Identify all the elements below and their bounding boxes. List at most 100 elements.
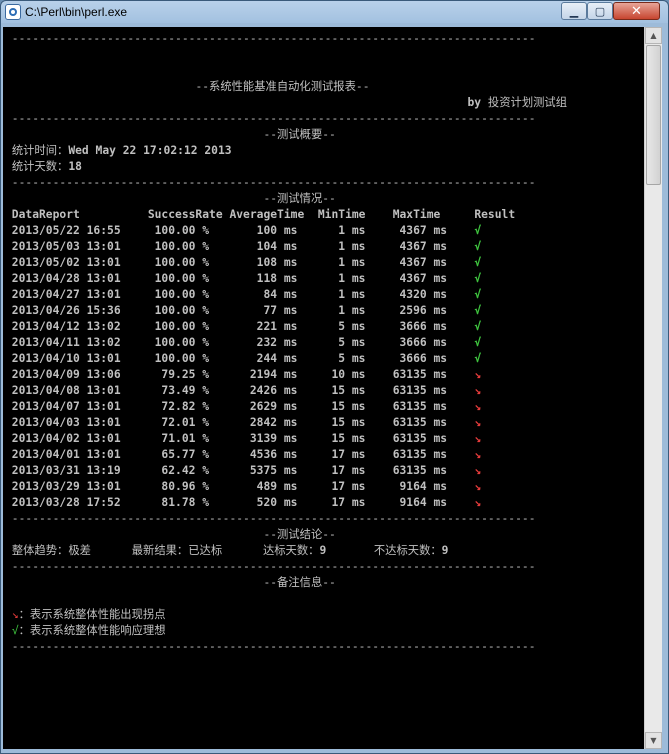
- table-row: 2013/04/02 13:01 71.01 % 3139 ms 15 ms 6…: [5, 431, 567, 447]
- row-max: 63135 ms: [365, 384, 448, 397]
- perl-app-icon[interactable]: [5, 4, 21, 20]
- result-ok-icon: √: [474, 320, 482, 333]
- row-min: 1 ms: [297, 304, 366, 317]
- divider: ----------------------------------------…: [5, 511, 567, 527]
- divider: ----------------------------------------…: [5, 639, 567, 655]
- row-min: 10 ms: [297, 368, 366, 381]
- report-title-line: --系统性能基准自动化测试报表--: [5, 79, 567, 95]
- row-date: 2013/05/02 13:01: [5, 256, 121, 269]
- close-button[interactable]: ✕: [613, 2, 660, 20]
- row-max: 63135 ms: [365, 368, 448, 381]
- divider-rule: ----------------------------------------…: [5, 176, 536, 189]
- row-rate: 72.01 %: [120, 416, 210, 429]
- row-date: 2013/05/22 16:55: [5, 224, 121, 237]
- row-rate: 79.25 %: [120, 368, 210, 381]
- divider-rule: ----------------------------------------…: [5, 32, 536, 45]
- table-row: 2013/04/03 13:01 72.01 % 2842 ms 15 ms 6…: [5, 415, 567, 431]
- row-avg: 104 ms: [209, 240, 298, 253]
- row-rate: 72.82 %: [120, 400, 210, 413]
- divider-rule: ----------------------------------------…: [5, 560, 536, 573]
- overview-header: --测试概要--: [263, 128, 336, 141]
- maximize-button[interactable]: ▢: [587, 2, 613, 20]
- row-date: 2013/04/07 13:01: [5, 400, 121, 413]
- result-ok-icon: √: [474, 240, 482, 253]
- trend-value: 极差: [68, 544, 91, 557]
- row-date: 2013/04/27 13:01: [5, 288, 121, 301]
- row-min: 1 ms: [297, 224, 366, 237]
- row-min: 15 ms: [297, 384, 366, 397]
- byline-prefix: by: [467, 96, 482, 109]
- row-avg: 520 ms: [209, 496, 298, 509]
- row-date: 2013/04/08 13:01: [5, 384, 121, 397]
- row-date: 2013/04/01 13:01: [5, 448, 121, 461]
- row-date: 2013/04/09 13:06: [5, 368, 121, 381]
- conclusion-header-line: --测试结论--: [5, 527, 567, 543]
- result-bad-icon: ↘: [474, 432, 482, 445]
- trend-label: 整体趋势：: [11, 544, 69, 557]
- resize-grip[interactable]: [661, 741, 668, 749]
- result-ok-icon: √: [474, 352, 482, 365]
- row-date: 2013/04/28 13:01: [5, 272, 121, 285]
- result-bad-icon: ↘: [474, 496, 482, 509]
- row-avg: 2842 ms: [209, 416, 298, 429]
- console-output[interactable]: ----------------------------------------…: [3, 27, 644, 749]
- scroll-up-arrow-icon[interactable]: ▲: [645, 27, 662, 44]
- result-bad-icon: ↘: [474, 464, 482, 477]
- row-rate: 100.00 %: [120, 352, 210, 365]
- stat-time-line: 统计时间：Wed May 22 17:02:12 2013: [5, 143, 567, 159]
- row-avg: 108 ms: [209, 256, 298, 269]
- window-title: C:\Perl\bin\perl.exe: [25, 5, 128, 19]
- latest-value: 已达标: [188, 544, 223, 557]
- row-max: 3666 ms: [365, 320, 448, 333]
- row-rate: 100.00 %: [120, 288, 210, 301]
- table-row: 2013/04/10 13:01 100.00 % 244 ms 5 ms 36…: [5, 351, 567, 367]
- row-max: 3666 ms: [365, 336, 448, 349]
- result-bad-icon: ↘: [474, 480, 482, 493]
- console-window: C:\Perl\bin\perl.exe ▁ ▢ ✕ -------------…: [0, 0, 669, 754]
- scroll-down-arrow-icon[interactable]: ▼: [645, 732, 662, 749]
- divider: ----------------------------------------…: [5, 31, 567, 47]
- row-rate: 100.00 %: [120, 256, 210, 269]
- note-line: ↘：表示系统整体性能出现拐点: [5, 607, 567, 623]
- row-min: 17 ms: [297, 496, 366, 509]
- column-header: MaxTime: [392, 208, 475, 221]
- divider-rule: ----------------------------------------…: [5, 512, 536, 525]
- result-ok-icon: √: [474, 304, 482, 317]
- note-line: √：表示系统整体性能响应理想: [5, 623, 567, 639]
- row-rate: 100.00 %: [120, 224, 210, 237]
- result-ok-icon: √: [474, 336, 482, 349]
- row-max: 9164 ms: [365, 496, 448, 509]
- latest-label: 最新结果：: [131, 544, 189, 557]
- result-bad-icon: ↘: [474, 400, 482, 413]
- fail-days-label: 不达标天数：: [373, 544, 442, 557]
- row-date: 2013/04/11 13:02: [5, 336, 121, 349]
- row-max: 63135 ms: [365, 464, 448, 477]
- title-bar[interactable]: C:\Perl\bin\perl.exe ▁ ▢ ✕: [1, 1, 668, 25]
- row-avg: 3139 ms: [209, 432, 298, 445]
- divider: ----------------------------------------…: [5, 111, 567, 127]
- row-max: 63135 ms: [365, 448, 448, 461]
- column-header: DataReport: [5, 208, 148, 221]
- vertical-scrollbar[interactable]: ▲ ▼: [644, 27, 662, 749]
- minimize-button[interactable]: ▁: [561, 2, 587, 20]
- table-row: 2013/03/28 17:52 81.78 % 520 ms 17 ms 91…: [5, 495, 567, 511]
- row-rate: 62.42 %: [120, 464, 210, 477]
- row-rate: 100.00 %: [120, 272, 210, 285]
- row-max: 4367 ms: [365, 256, 448, 269]
- stat-days-value: 18: [68, 160, 82, 173]
- result-bad-icon: ↘: [474, 416, 482, 429]
- table-row: 2013/05/02 13:01 100.00 % 108 ms 1 ms 43…: [5, 255, 567, 271]
- scroll-thumb[interactable]: [646, 45, 661, 185]
